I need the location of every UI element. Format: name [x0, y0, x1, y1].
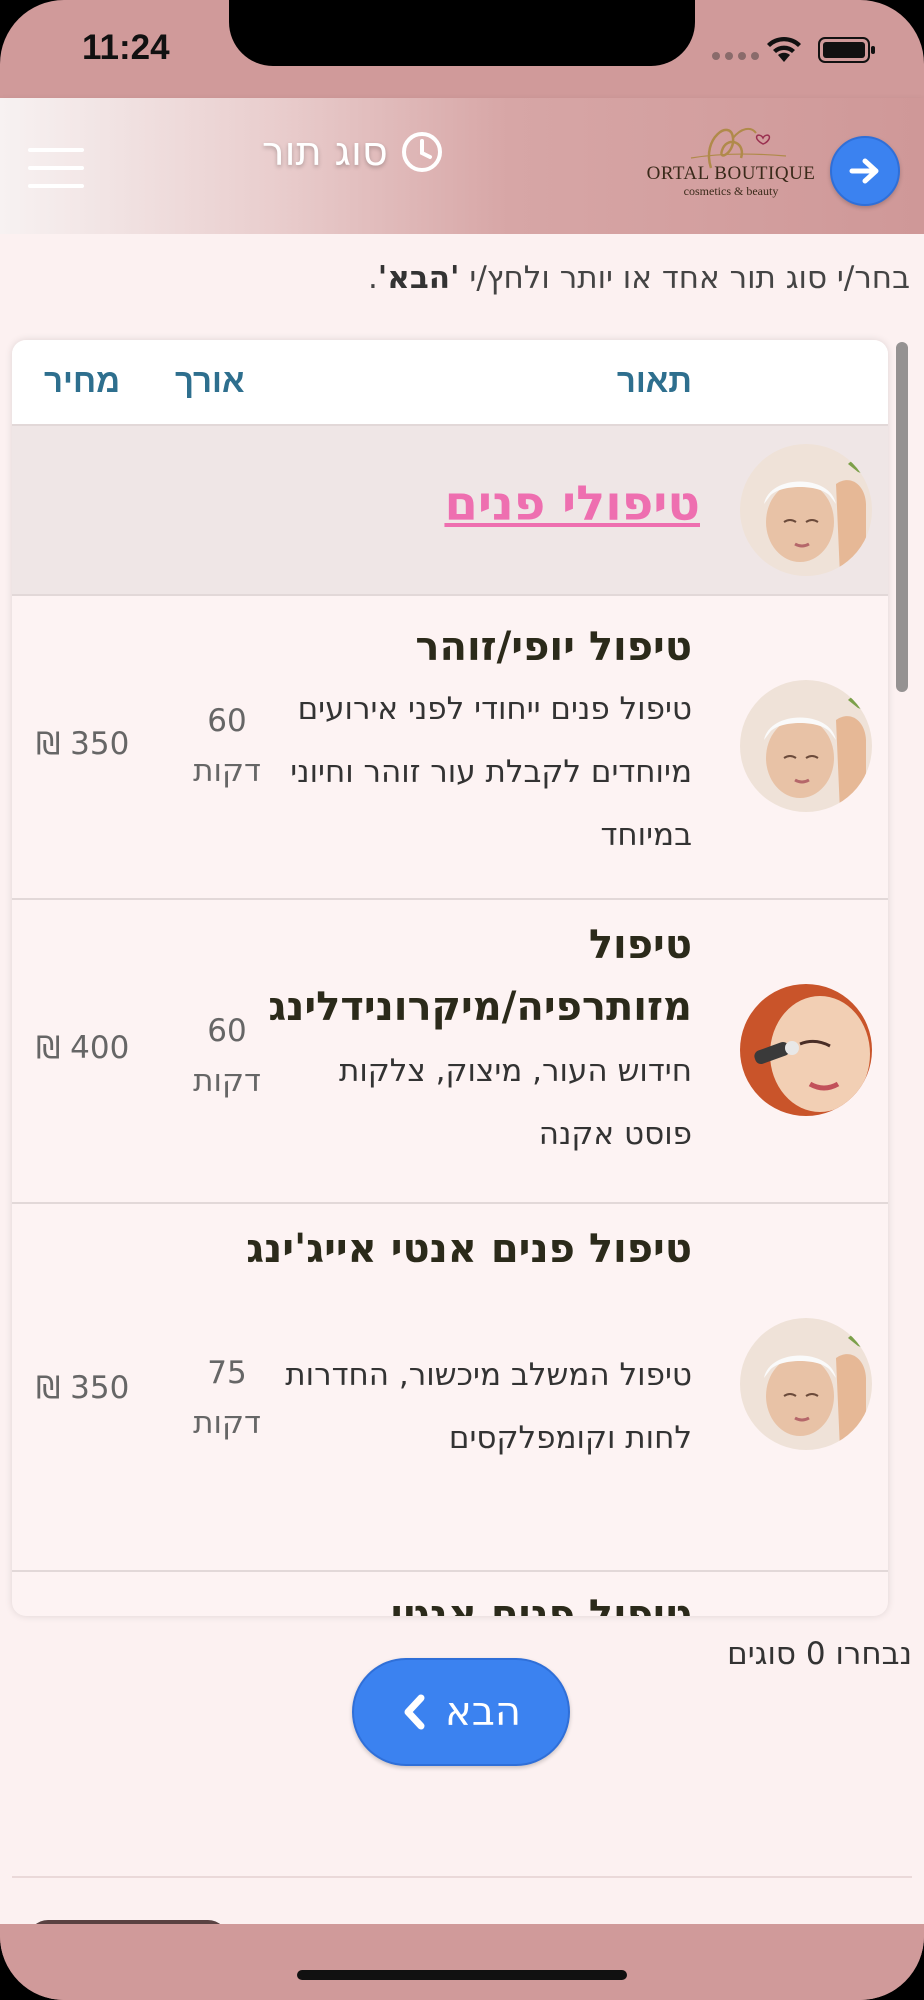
- service-price: 350 ₪: [36, 1370, 130, 1406]
- service-length: 75 דקות: [193, 1355, 261, 1441]
- selected-count: נבחרו 0 סוגים: [727, 1636, 912, 1672]
- menu-icon[interactable]: [28, 148, 84, 188]
- instructions-after: .: [367, 260, 378, 296]
- page-title-text: סוג תור: [262, 129, 388, 175]
- service-length: 60 דקות: [193, 703, 261, 789]
- wifi-icon: [767, 36, 801, 62]
- table-row[interactable]: טיפול פנים אנטי: [12, 1572, 888, 1616]
- forward-button[interactable]: [830, 136, 900, 206]
- service-title: טיפול פנים אנטי אייג'ינג: [246, 1226, 692, 1272]
- service-thumbnail: [740, 1318, 872, 1450]
- table-header: תאור אורך מחיר: [12, 340, 888, 426]
- instructions-bold: 'הבא': [377, 260, 460, 296]
- home-indicator[interactable]: [297, 1970, 627, 1980]
- status-time: 11:24: [82, 28, 170, 67]
- logo-subtitle: cosmetics & beauty: [683, 184, 779, 198]
- service-description: חידוש העור, מיצוק, צלקות פוסט אקנה: [338, 1053, 692, 1152]
- service-description: טיפול המשלב מיכשור, החדרות לחות וקומפלקס…: [285, 1357, 692, 1456]
- clock-icon: [401, 132, 442, 172]
- services-table: תאור אורך מחיר טיפולי פנים טיפול יופי/זו…: [12, 340, 888, 1616]
- service-thumbnail: [740, 984, 872, 1116]
- header-description: תאור: [616, 362, 692, 399]
- table-row[interactable]: טיפול מזותרפיה/מיקרונידלינג חידוש העור, …: [12, 900, 888, 1204]
- logo-name: ORTAL BOUTIQUE: [646, 163, 816, 184]
- phone-screen: 11:24 סוג תור ORTAL BOUTIQUE cosmetics &: [0, 0, 924, 2000]
- status-bar: 11:24: [0, 0, 924, 98]
- chevron-left-icon: [404, 1694, 425, 1730]
- battery-icon: [818, 37, 875, 63]
- service-length: 60 דקות: [193, 1013, 261, 1099]
- instructions-text: בחר/י סוג תור אחד או יותר ולחץ/י 'הבא'.: [368, 260, 910, 296]
- service-title: טיפול פנים אנטי: [390, 1592, 692, 1616]
- service-title: טיפול מזותרפיה/מיקרונידלינג: [268, 922, 692, 1030]
- service-title: טיפול יופי/זוהר: [415, 624, 692, 670]
- cellular-signal-icon: [712, 52, 759, 60]
- bottom-bar: [0, 1924, 924, 2000]
- service-price: 350 ₪: [36, 726, 130, 762]
- next-button[interactable]: הבא: [352, 1658, 570, 1766]
- header-price: מחיר: [44, 362, 121, 399]
- header-length: אורך: [175, 362, 245, 399]
- arrow-right-icon: [849, 158, 879, 184]
- category-thumbnail: [740, 444, 872, 576]
- table-row[interactable]: טיפול פנים אנטי אייג'ינג טיפול המשלב מיכ…: [12, 1204, 888, 1572]
- next-button-label: הבא: [445, 1689, 521, 1735]
- category-row[interactable]: טיפולי פנים: [12, 426, 888, 596]
- main-content: בחר/י סוג תור אחד או יותר ולחץ/י 'הבא'. …: [0, 234, 924, 1940]
- divider: [12, 1876, 912, 1878]
- brand-logo: ORTAL BOUTIQUE cosmetics & beauty: [636, 108, 826, 224]
- category-title[interactable]: טיפולי פנים: [444, 476, 700, 532]
- table-row[interactable]: טיפול יופי/זוהר טיפול פנים ייחודי לפני א…: [12, 596, 888, 900]
- page-title: סוג תור: [262, 122, 444, 182]
- instructions-before: בחר/י סוג תור אחד או יותר ולחץ/י: [459, 260, 910, 296]
- service-thumbnail: [740, 680, 872, 812]
- service-price: 400 ₪: [36, 1030, 130, 1066]
- table-scrollbar[interactable]: [896, 342, 908, 692]
- notch: [229, 0, 695, 66]
- service-description: טיפול פנים ייחודי לפני אירועים מיוחדים ל…: [290, 691, 692, 853]
